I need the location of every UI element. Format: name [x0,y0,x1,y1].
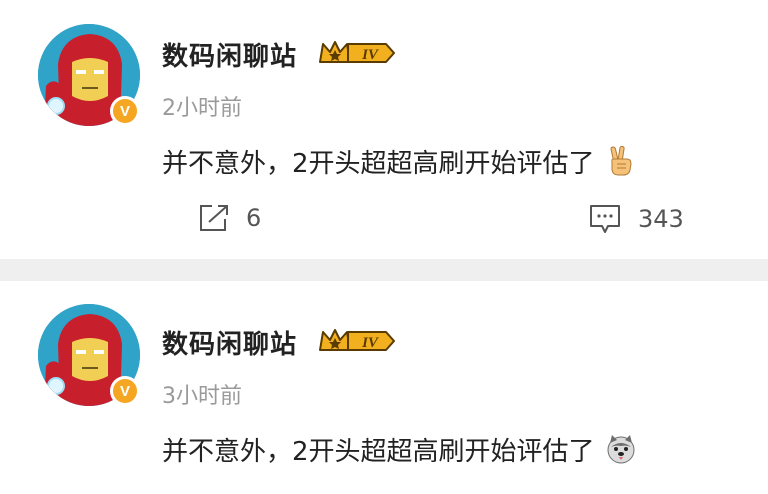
repost-count: 6 [246,204,262,232]
author-name[interactable]: 数码闲聊站 [162,324,297,361]
post-text-body: 并不意外，2开头超超高刷开始评估了 [162,437,595,467]
repost-icon [200,205,228,231]
vip-crown-badge-icon[interactable]: IV [318,326,396,356]
victory-hand-emoji-icon [610,145,632,176]
verified-badge-icon: V [110,376,140,406]
comment-count: 343 [638,205,684,233]
post-text-body: 并不意外，2开头超超高刷开始评估了 [162,149,595,179]
level-badge-text: IV [361,335,380,351]
post-text: 并不意外，2开头超超高刷开始评估了 [162,431,637,468]
author-avatar[interactable]: V [38,304,140,406]
vip-crown-badge-icon[interactable]: IV [318,38,396,68]
author-avatar[interactable]: V [38,24,140,126]
post-time[interactable]: 3小时前 [162,378,242,410]
repost-button[interactable]: 6 [198,203,261,233]
husky-face-emoji-icon [607,435,635,464]
comment-button[interactable]: 343 [588,203,684,235]
post-text: 并不意外，2开头超超高刷开始评估了 [162,143,637,180]
post-time[interactable]: 2小时前 [162,90,242,122]
verified-badge-icon: V [110,96,140,126]
author-name[interactable]: 数码闲聊站 [162,36,297,73]
comment-icon [590,205,620,233]
post-card[interactable]: V 数码闲聊站 IV 2小时前 并不意外，2开头超超高刷开始评估了 6 343 [0,0,768,259]
level-badge-text: IV [361,47,380,63]
post-card[interactable]: V 数码闲聊站 IV 3小时前 并不意外，2开头超超高刷开始评估了 [0,281,768,494]
